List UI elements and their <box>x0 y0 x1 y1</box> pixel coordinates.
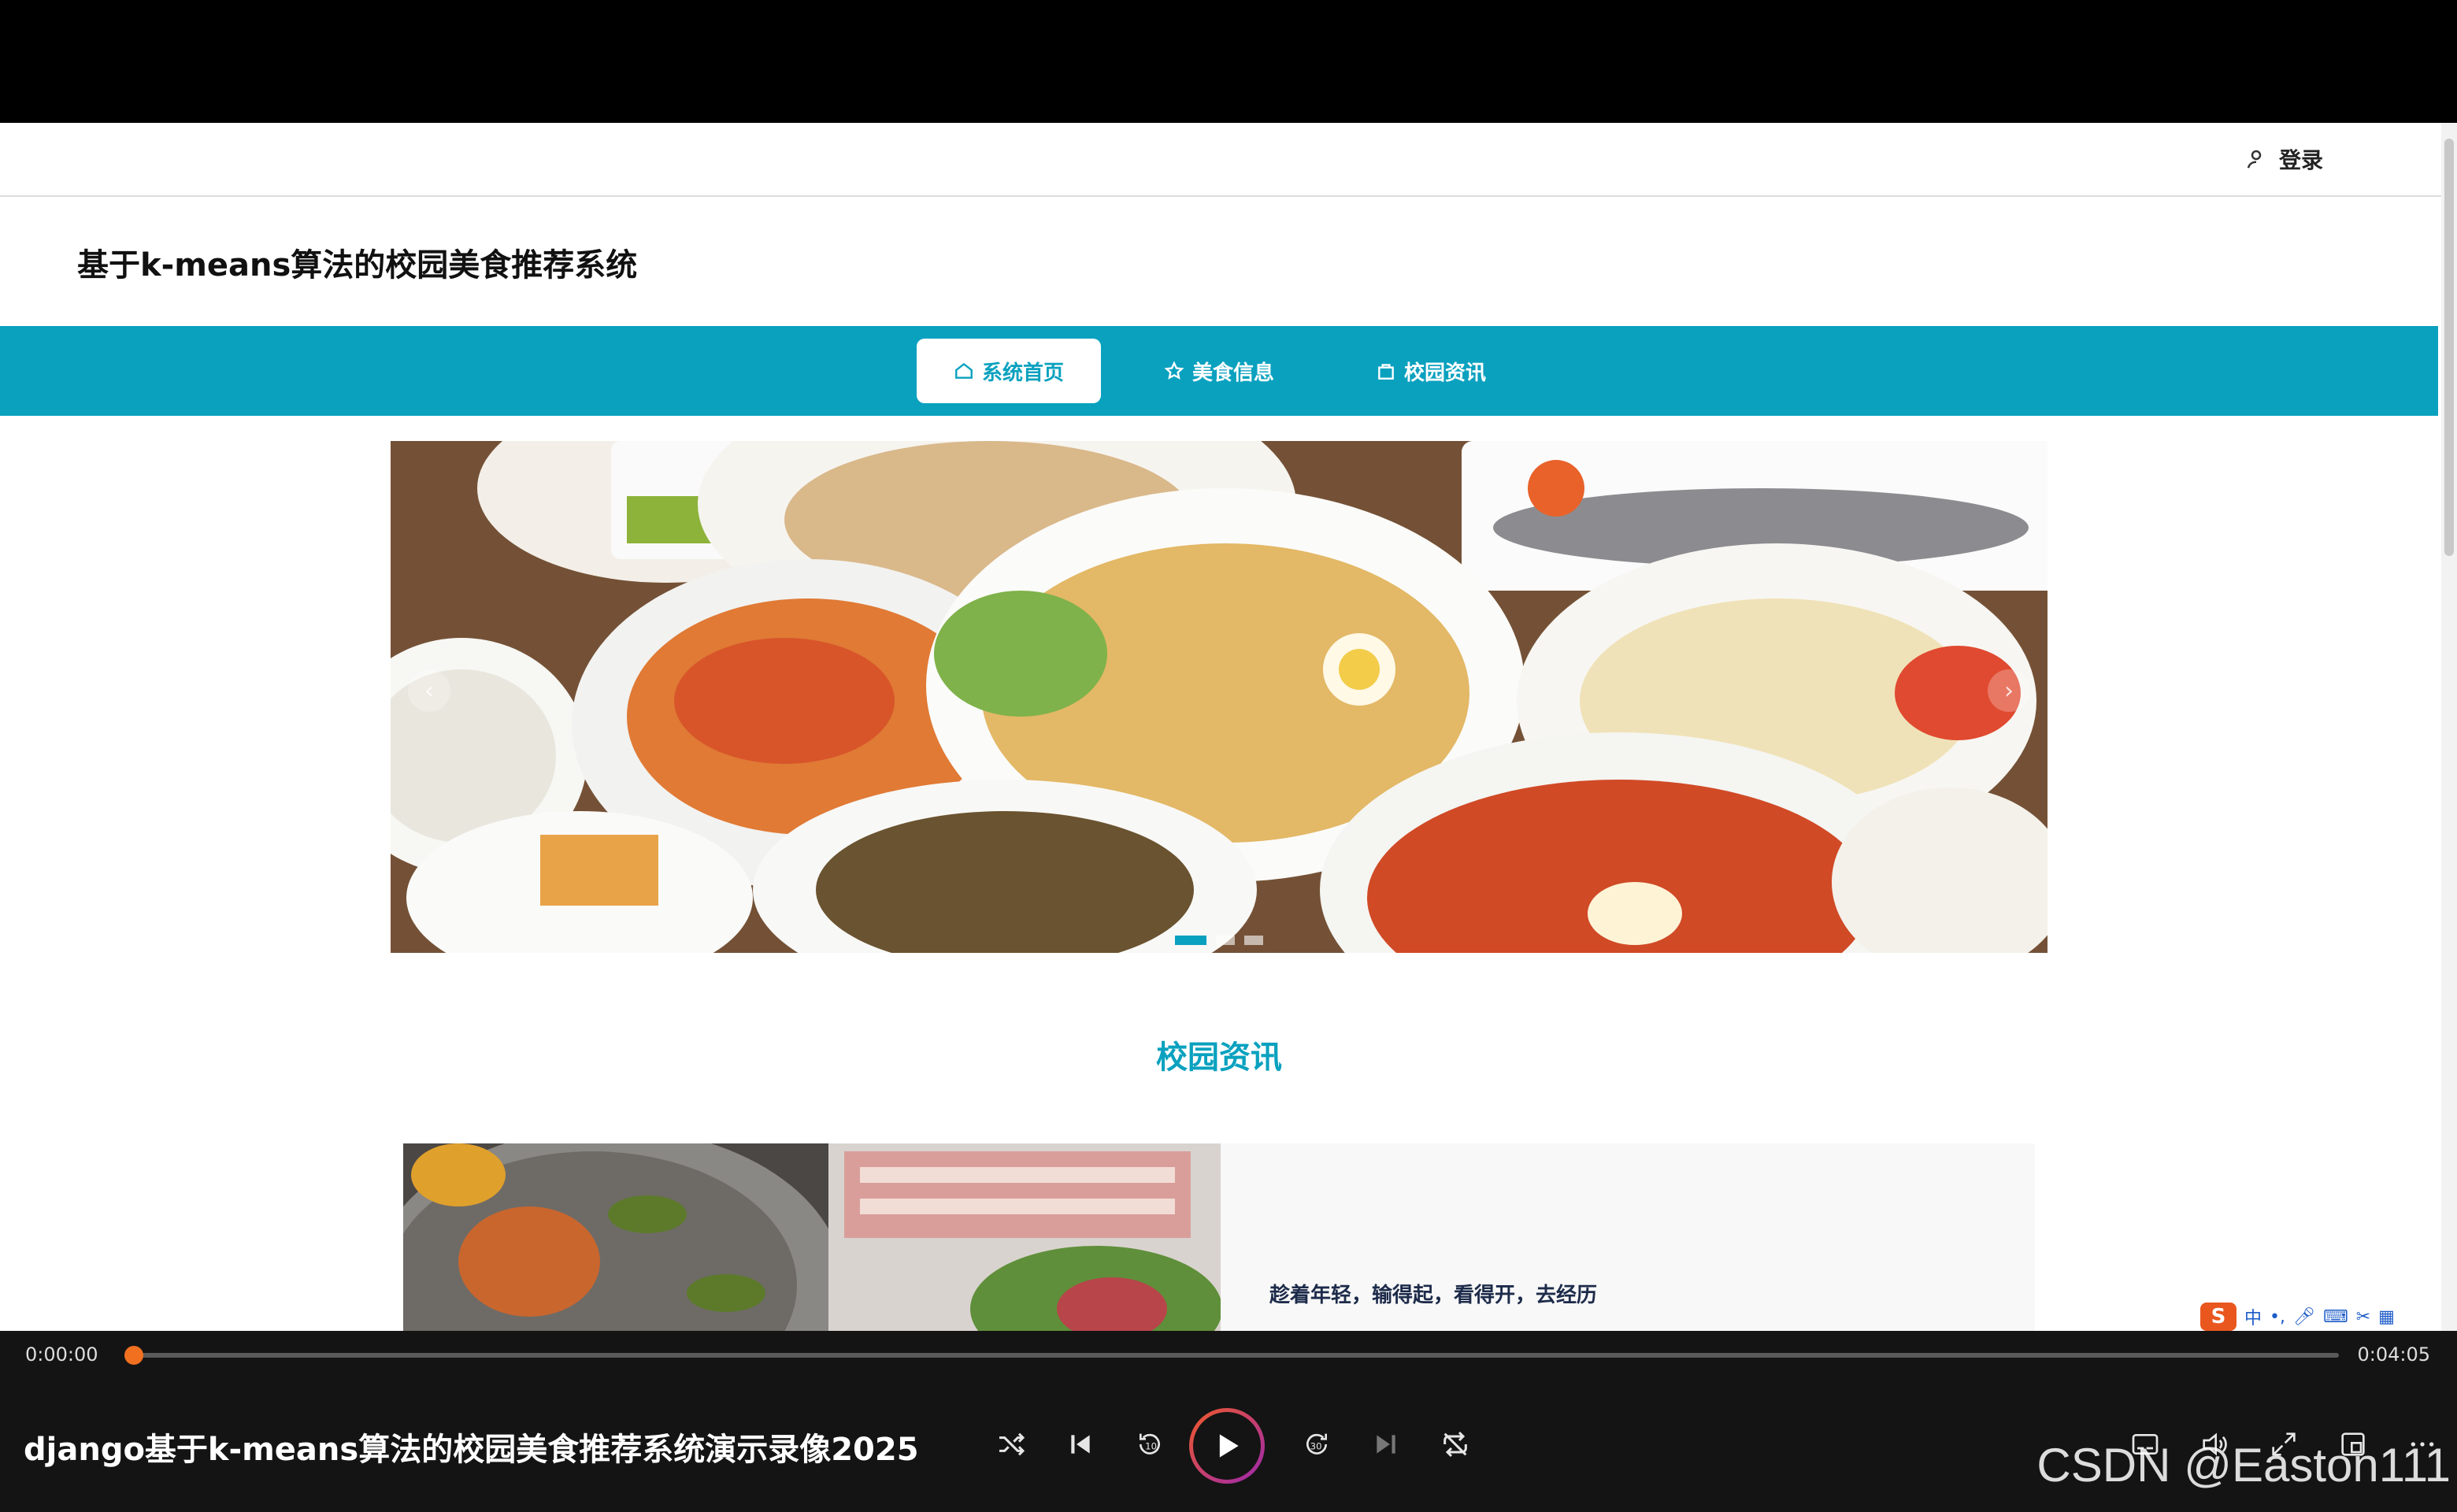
web-page: 登录 基于k-means算法的校园美食推荐系统 系统首页 美食信息 校园资讯 ‹… <box>0 123 2457 1331</box>
food-banner-image <box>391 441 2048 953</box>
svg-text:10: 10 <box>1145 1441 1157 1452</box>
keyboard-icon[interactable]: ⌨︎ <box>2323 1307 2348 1327</box>
play-icon <box>1219 1434 1239 1458</box>
bbq-food-image <box>403 1143 1221 1331</box>
news-title[interactable]: 趁着年轻，输得起，看得开，去经历 <box>1269 1279 1597 1308</box>
skip-previous-icon <box>1071 1435 1090 1454</box>
carousel-dot[interactable] <box>1175 936 1206 945</box>
shuffle-button[interactable] <box>989 1422 1033 1466</box>
ime-punctuation-icon[interactable]: •, <box>2270 1307 2285 1327</box>
page-scrollbar[interactable] <box>2441 123 2457 1331</box>
video-title: django基于k-means算法的校园美食推荐系统演示录像2025 <box>24 1432 919 1468</box>
carousel-next-button[interactable]: › <box>1988 669 2030 712</box>
ime-toolbar[interactable]: S 中 •, 🎤︎ ⌨︎ ✂︎ ▦ <box>2200 1303 2437 1331</box>
user-icon <box>2247 150 2262 169</box>
forward-button[interactable]: 30 <box>1295 1422 1339 1466</box>
carousel-dot[interactable] <box>1244 936 1263 945</box>
repeat-button[interactable] <box>1433 1422 1477 1466</box>
home-icon <box>955 362 973 379</box>
main-nav: 系统首页 美食信息 校园资讯 <box>0 326 2438 416</box>
rewind-10-icon: 10 <box>1140 1433 1160 1455</box>
carousel-indicators <box>1175 936 1263 945</box>
nav-item-food[interactable]: 美食信息 <box>1142 339 1296 403</box>
nav-item-label: 系统首页 <box>981 361 1064 385</box>
scrollbar-thumb[interactable] <box>2444 139 2454 556</box>
nav-item-home[interactable]: 系统首页 <box>917 339 1101 403</box>
microphone-icon[interactable]: 🎤︎ <box>2293 1307 2315 1327</box>
skin-icon[interactable]: ✂︎ <box>2356 1307 2370 1327</box>
ime-mode-label: 中 <box>2244 1309 2262 1329</box>
news-thumbnail[interactable] <box>403 1143 1221 1331</box>
ime-logo-icon: S <box>2200 1303 2236 1331</box>
carousel-prev-button[interactable]: ‹ <box>408 669 450 712</box>
site-title: 基于k-means算法的校园美食推荐系统 <box>77 247 638 284</box>
skip-next-icon <box>1377 1435 1395 1454</box>
progress-handle[interactable] <box>124 1346 143 1365</box>
shuffle-icon <box>999 1432 1025 1456</box>
play-button[interactable] <box>1189 1408 1265 1484</box>
bag-icon <box>1378 364 1394 380</box>
nav-item-label: 校园资讯 <box>1403 361 1486 385</box>
login-label: 登录 <box>2278 147 2323 173</box>
nav-item-label: 美食信息 <box>1191 361 1274 385</box>
nav-item-news[interactable]: 校园资讯 <box>1348 339 1514 403</box>
rewind-button[interactable]: 10 <box>1128 1422 1172 1466</box>
repeat-off-icon <box>1443 1431 1467 1458</box>
star-icon <box>1164 361 1184 380</box>
previous-button[interactable] <box>1058 1422 1102 1466</box>
video-letterbox-top <box>0 0 2457 123</box>
food-carousel[interactable]: ‹ › <box>391 441 2048 953</box>
carousel-dot[interactable] <box>1216 936 1235 945</box>
news-section-title: 校园资讯 <box>1156 1040 1282 1076</box>
total-time: 0:04:05 <box>2357 1343 2430 1366</box>
next-button[interactable] <box>1364 1422 1408 1466</box>
forward-30-icon: 30 <box>1306 1433 1327 1455</box>
csdn-watermark: CSDN @Easton111 <box>2036 1439 2451 1492</box>
svg-text:30: 30 <box>1310 1441 1322 1452</box>
video-player-controls: 0:00:00 0:04:05 django基于k-means算法的校园美食推荐… <box>0 1331 2457 1512</box>
current-time: 0:00:00 <box>25 1343 98 1366</box>
progress-bar[interactable] <box>134 1353 2339 1358</box>
news-card[interactable]: 趁着年轻，输得起，看得开，去经历 <box>403 1143 2035 1331</box>
grid-icon[interactable]: ▦ <box>2378 1307 2395 1327</box>
login-link[interactable]: 登录 <box>2244 143 2323 175</box>
top-utility-bar: 登录 <box>0 123 2441 197</box>
